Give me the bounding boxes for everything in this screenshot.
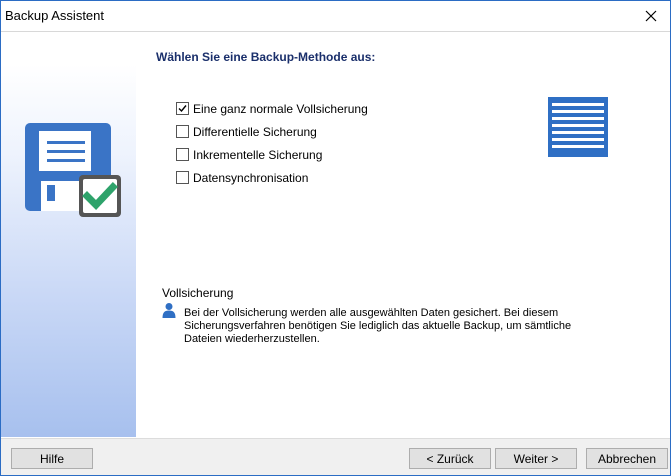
side-panel [1, 32, 136, 437]
checkbox-differential-backup[interactable] [176, 125, 189, 138]
option-full-backup[interactable]: Eine ganz normale Vollsicherung [176, 97, 368, 120]
checkbox-full-backup[interactable] [176, 102, 189, 115]
option-label: Eine ganz normale Vollsicherung [193, 101, 368, 116]
back-button[interactable]: < Zurück [409, 448, 491, 469]
option-label: Differentielle Sicherung [193, 124, 317, 139]
button-bar: Hilfe < Zurück Weiter > Abbrechen [1, 438, 670, 475]
option-differential-backup[interactable]: Differentielle Sicherung [176, 120, 368, 143]
option-data-sync[interactable]: Datensynchronisation [176, 166, 368, 189]
user-info-icon [162, 303, 176, 318]
window-title: Backup Assistent [5, 8, 104, 23]
full-backup-list-icon [548, 97, 608, 157]
option-label: Inkrementelle Sicherung [193, 147, 323, 162]
option-label: Datensynchronisation [193, 170, 309, 185]
cancel-button[interactable]: Abbrechen [586, 448, 668, 469]
title-bar: Backup Assistent [1, 1, 670, 32]
description-title: Vollsicherung [162, 286, 234, 300]
close-button[interactable] [638, 3, 664, 29]
backup-assistant-window: Backup Assistent Wählen Sie eine Backup-… [0, 0, 671, 476]
backup-method-options: Eine ganz normale Vollsicherung Differen… [176, 97, 368, 189]
option-incremental-backup[interactable]: Inkrementelle Sicherung [176, 143, 368, 166]
help-button[interactable]: Hilfe [11, 448, 93, 469]
next-button[interactable]: Weiter > [495, 448, 577, 469]
content-area: Wählen Sie eine Backup-Methode aus: Eine… [136, 32, 670, 437]
description-text: Bei der Vollsicherung werden alle ausgew… [184, 307, 572, 345]
checkbox-data-sync[interactable] [176, 171, 189, 184]
checkmark-icon [178, 105, 187, 113]
close-icon [645, 10, 657, 22]
checkbox-incremental-backup[interactable] [176, 148, 189, 161]
backup-disk-icon [25, 123, 121, 217]
page-heading: Wählen Sie eine Backup-Methode aus: [156, 50, 376, 64]
